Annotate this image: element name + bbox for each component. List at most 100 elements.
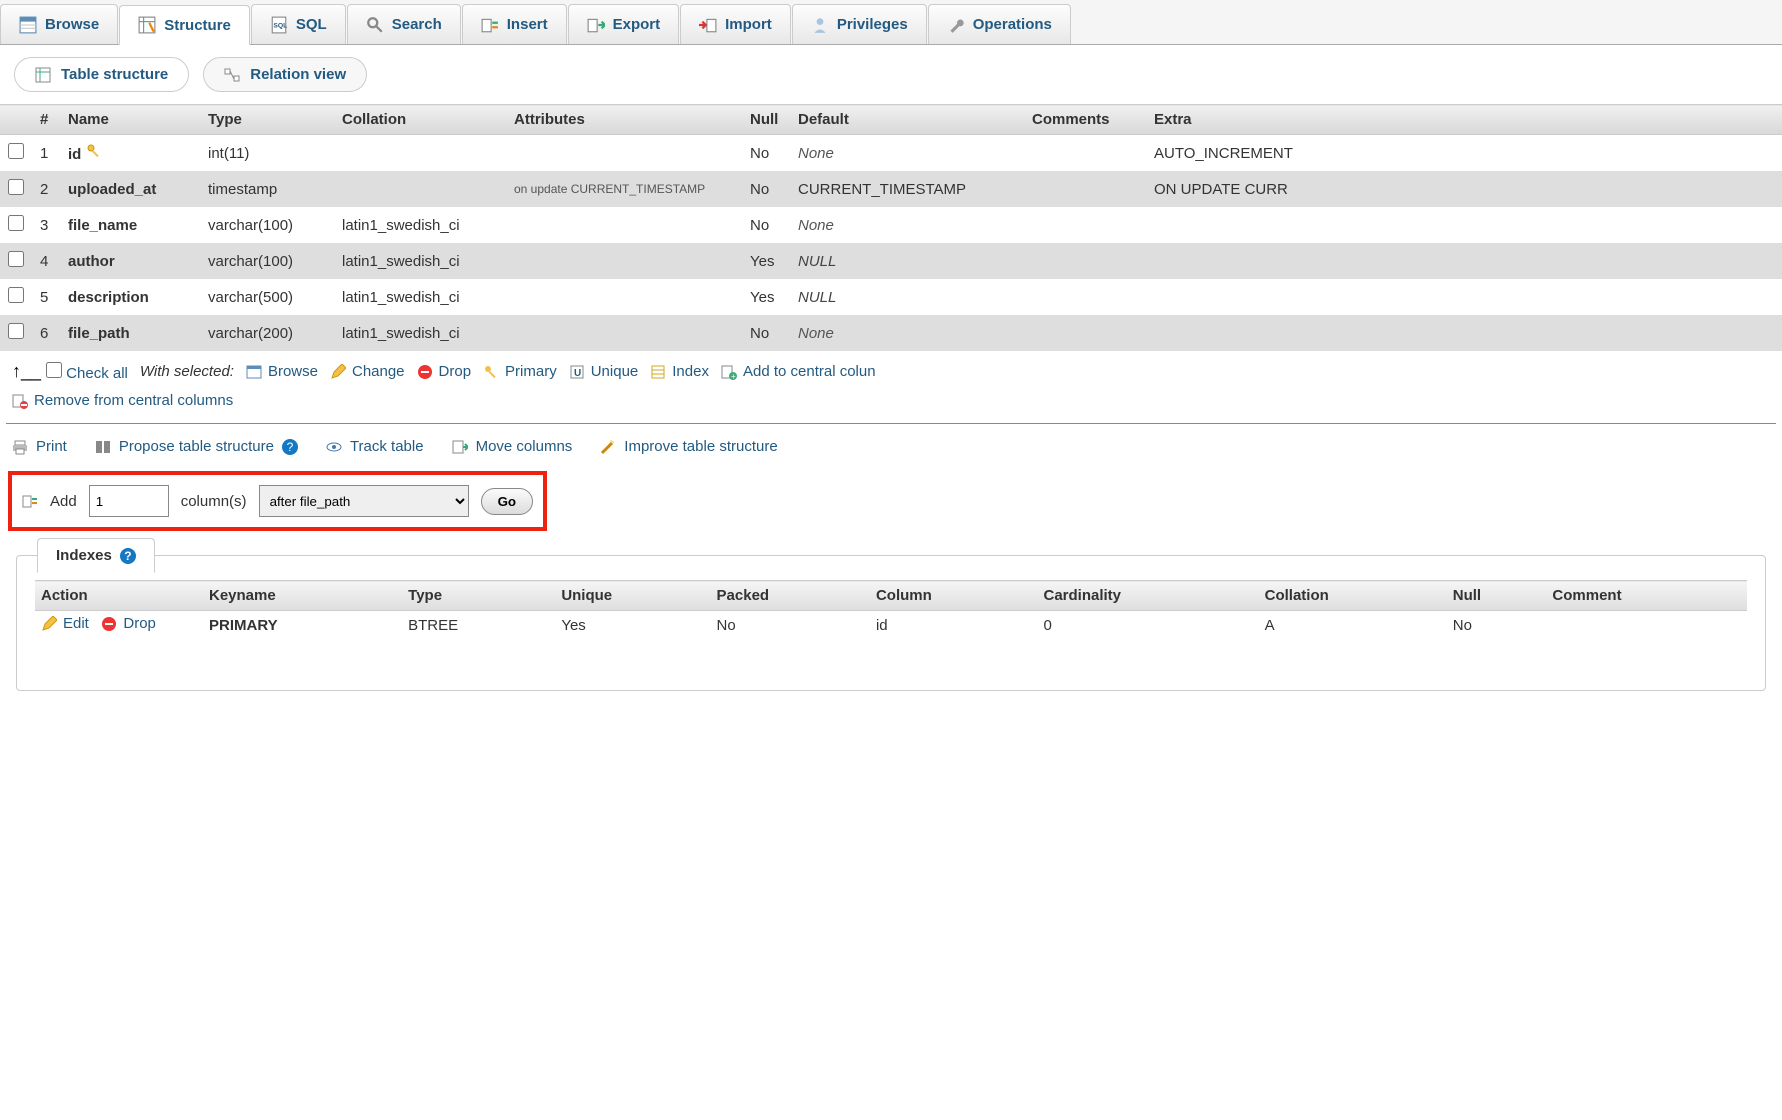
- svg-text:U: U: [574, 368, 581, 379]
- with-selected-row: ↑__ Check all With selected: Browse Chan…: [0, 351, 1782, 392]
- subtab-table-structure[interactable]: Table structure: [14, 57, 189, 92]
- col-extra: [1146, 315, 1782, 351]
- tool-propose[interactable]: Propose table structure ?: [95, 438, 298, 455]
- col-default: NULL: [790, 243, 1024, 279]
- tab-sql[interactable]: SQL SQL: [251, 4, 346, 44]
- columns-add-icon: +: [721, 364, 737, 380]
- row-checkbox[interactable]: [8, 179, 24, 195]
- th-attributes[interactable]: Attributes: [506, 105, 742, 135]
- ws-remove-central[interactable]: Remove from central columns: [12, 392, 233, 409]
- col-attributes: [506, 243, 742, 279]
- th-collation[interactable]: Collation: [334, 105, 506, 135]
- check-all-box[interactable]: [46, 362, 62, 378]
- col-type: int(11): [200, 135, 334, 172]
- tab-label: SQL: [296, 16, 327, 33]
- ws-primary[interactable]: Primary: [483, 363, 557, 380]
- tool-track[interactable]: Track table: [326, 438, 424, 455]
- th-type[interactable]: Type: [200, 105, 334, 135]
- structure-icon: [35, 67, 51, 83]
- subtab-label: Relation view: [250, 66, 346, 83]
- col-name[interactable]: file_name: [60, 207, 200, 243]
- tab-browse[interactable]: Browse: [0, 4, 118, 44]
- tool-print[interactable]: Print: [12, 438, 67, 455]
- relation-icon: [224, 67, 240, 83]
- th-packed[interactable]: Packed: [711, 581, 870, 611]
- th-unique[interactable]: Unique: [555, 581, 710, 611]
- th-comments[interactable]: Comments: [1024, 105, 1146, 135]
- ws-add-central[interactable]: +Add to central colun: [721, 363, 876, 380]
- col-default: None: [790, 315, 1024, 351]
- col-name[interactable]: file_path: [60, 315, 200, 351]
- add-position-select[interactable]: after file_path: [259, 485, 469, 517]
- tab-export[interactable]: Export: [568, 4, 680, 44]
- ws-browse[interactable]: Browse: [246, 363, 318, 380]
- table-row: 4author varchar(100)latin1_swedish_ciYes…: [0, 243, 1782, 279]
- th-number[interactable]: #: [32, 105, 60, 135]
- th-name[interactable]: Name: [60, 105, 200, 135]
- tab-privileges[interactable]: Privileges: [792, 4, 927, 44]
- th-null[interactable]: Null: [742, 105, 790, 135]
- col-null: No: [742, 207, 790, 243]
- col-attributes: [506, 135, 742, 172]
- col-number: 3: [32, 207, 60, 243]
- ws-unique[interactable]: UUnique: [569, 363, 639, 380]
- columns-table: # Name Type Collation Attributes Null De…: [0, 104, 1782, 351]
- subtab-relation-view[interactable]: Relation view: [203, 57, 367, 92]
- help-icon[interactable]: ?: [120, 548, 136, 564]
- col-extra: [1146, 207, 1782, 243]
- indexes-table: Action Keyname Type Unique Packed Column…: [35, 580, 1747, 640]
- tab-import[interactable]: Import: [680, 4, 791, 44]
- tab-operations[interactable]: Operations: [928, 4, 1071, 44]
- th-collation[interactable]: Collation: [1259, 581, 1447, 611]
- tab-search[interactable]: Search: [347, 4, 461, 44]
- add-label: Add: [50, 493, 77, 510]
- col-default: None: [790, 207, 1024, 243]
- row-checkbox[interactable]: [8, 251, 24, 267]
- row-checkbox[interactable]: [8, 143, 24, 159]
- index-comment: [1546, 611, 1747, 640]
- check-all[interactable]: Check all: [46, 362, 128, 382]
- row-checkbox[interactable]: [8, 323, 24, 339]
- add-count-input[interactable]: [89, 485, 169, 517]
- col-name[interactable]: id: [60, 135, 200, 172]
- table-row: 1id int(11)NoNoneAUTO_INCREMENT: [0, 135, 1782, 172]
- svg-text:+: +: [731, 372, 736, 380]
- table-row: 5description varchar(500)latin1_swedish_…: [0, 279, 1782, 315]
- col-name[interactable]: description: [60, 279, 200, 315]
- th-default[interactable]: Default: [790, 105, 1024, 135]
- row-checkbox[interactable]: [8, 215, 24, 231]
- ws-index[interactable]: Index: [650, 363, 709, 380]
- help-icon[interactable]: ?: [282, 439, 298, 455]
- insert-icon: [22, 493, 38, 509]
- th-column[interactable]: Column: [870, 581, 1038, 611]
- th-null[interactable]: Null: [1447, 581, 1547, 611]
- th-type[interactable]: Type: [402, 581, 555, 611]
- col-collation: [334, 135, 506, 172]
- th-cardinality[interactable]: Cardinality: [1037, 581, 1258, 611]
- tab-insert[interactable]: Insert: [462, 4, 567, 44]
- pencil-icon: [41, 616, 57, 632]
- index-drop[interactable]: Drop: [101, 615, 156, 632]
- tab-structure[interactable]: Structure: [119, 5, 250, 45]
- col-name[interactable]: author: [60, 243, 200, 279]
- tool-move-columns[interactable]: Move columns: [452, 438, 573, 455]
- col-comments: [1024, 207, 1146, 243]
- table-row: 6file_path varchar(200)latin1_swedish_ci…: [0, 315, 1782, 351]
- ws-change[interactable]: Change: [330, 363, 405, 380]
- ws-drop[interactable]: Drop: [417, 363, 472, 380]
- col-default: NULL: [790, 279, 1024, 315]
- go-button[interactable]: Go: [481, 488, 534, 515]
- index-collation: A: [1259, 611, 1447, 640]
- tab-label: Browse: [45, 16, 99, 33]
- columns-label: column(s): [181, 493, 247, 510]
- col-name[interactable]: uploaded_at: [60, 171, 200, 207]
- th-keyname[interactable]: Keyname: [203, 581, 402, 611]
- subtab-label: Table structure: [61, 66, 168, 83]
- row-checkbox[interactable]: [8, 287, 24, 303]
- key-icon: [483, 364, 499, 380]
- indexes-tab[interactable]: Indexes ?: [37, 538, 155, 573]
- th-comment[interactable]: Comment: [1546, 581, 1747, 611]
- index-edit[interactable]: Edit: [41, 615, 89, 632]
- tool-improve[interactable]: Improve table structure: [600, 438, 777, 455]
- th-extra[interactable]: Extra: [1146, 105, 1782, 135]
